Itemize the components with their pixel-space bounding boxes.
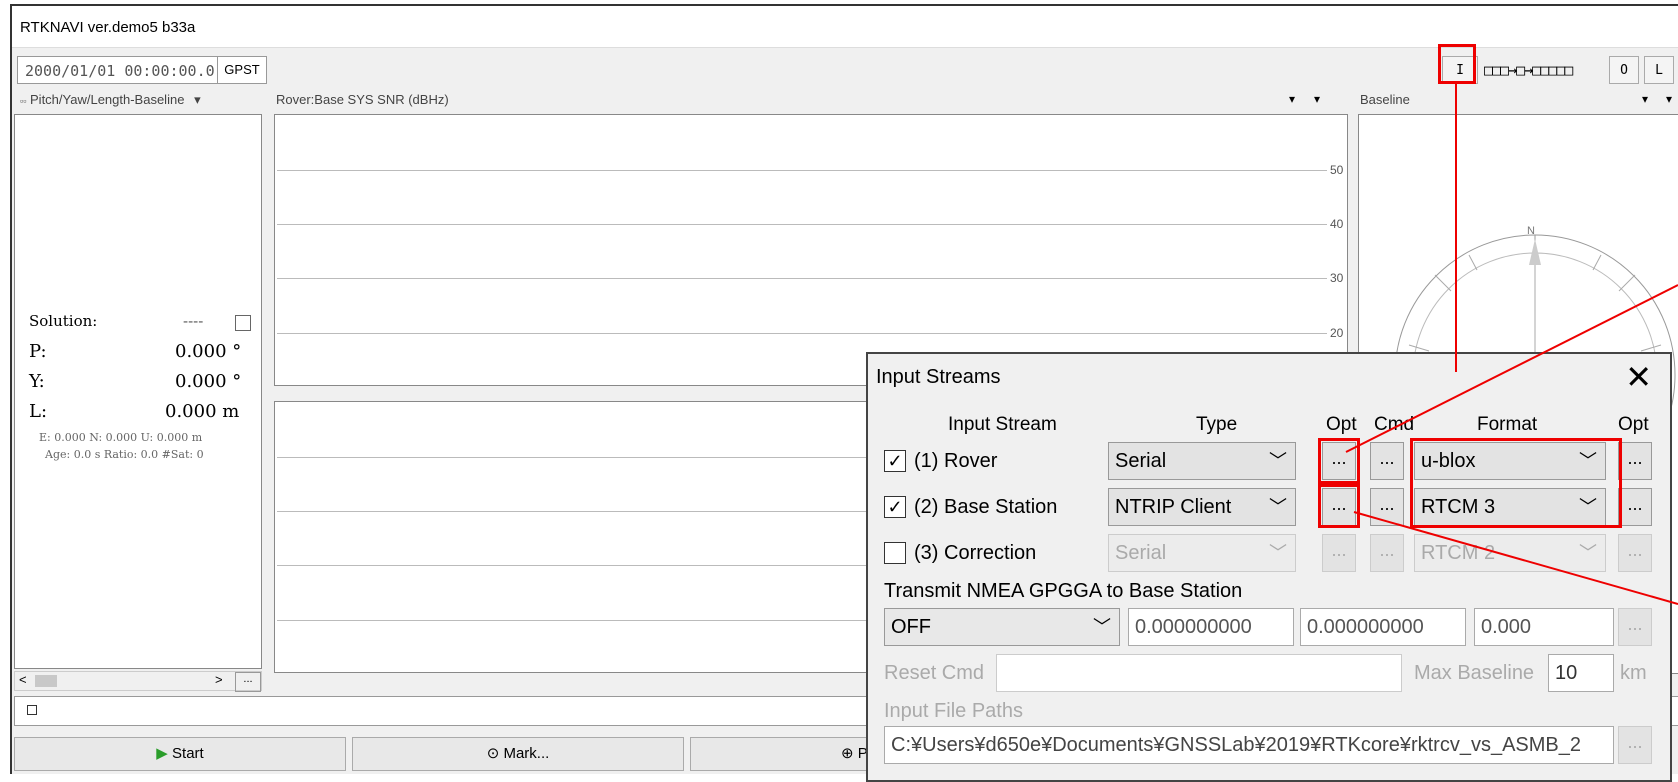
annotation-lines [1345, 84, 1678, 605]
